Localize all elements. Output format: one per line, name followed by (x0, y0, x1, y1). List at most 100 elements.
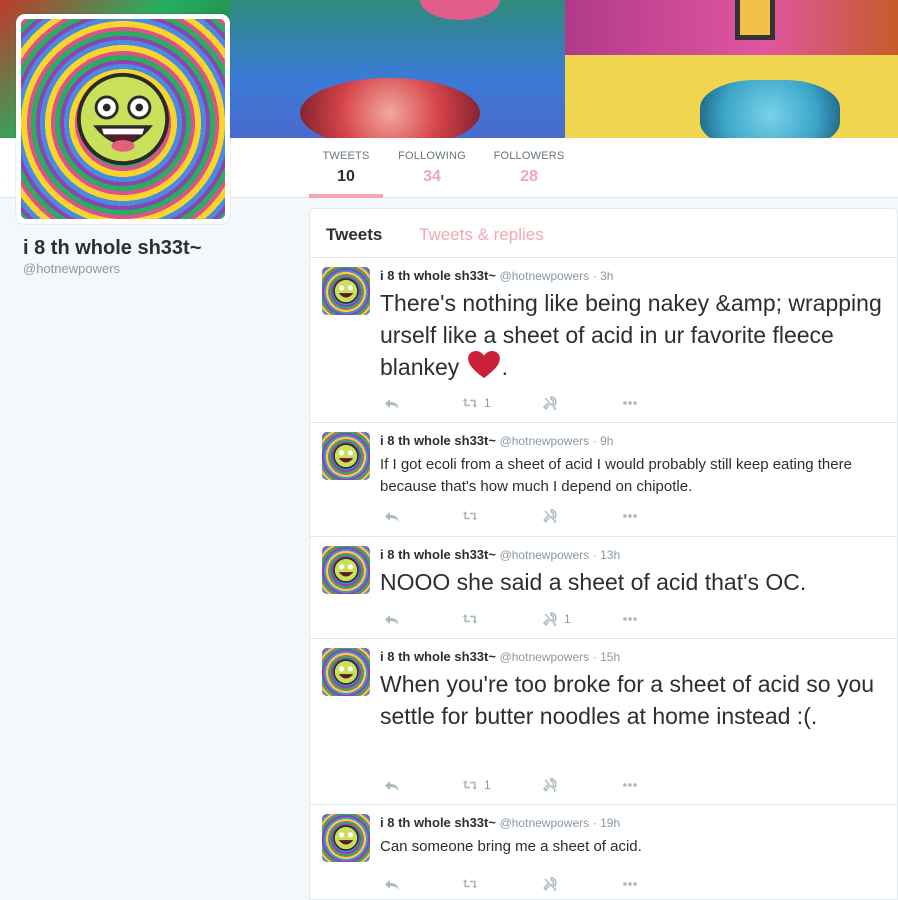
tweet-text: Can someone bring me a sheet of acid. (380, 838, 642, 855)
tweet-text: If I got ecoli from a sheet of acid I wo… (380, 456, 852, 495)
tweet-author-name[interactable]: i 8 th whole sh33t~ (380, 815, 496, 830)
tab-tweets-and-replies[interactable]: Tweets & replies (419, 225, 544, 245)
favorite-button[interactable]: 1 (542, 611, 571, 627)
tweet-text: When you're too broke for a sheet of aci… (380, 671, 875, 729)
hammer-sickle-icon (543, 509, 557, 524)
retweet-button[interactable] (462, 611, 484, 627)
tweet-author-name[interactable]: i 8 th whole sh33t~ (380, 433, 496, 448)
retweet-count: 1 (484, 396, 491, 410)
retweet-icon (462, 398, 478, 408)
more-dots-icon (623, 882, 637, 886)
tweet-avatar[interactable] (322, 432, 370, 480)
tweet-item[interactable]: i 8 th whole sh33t~ @hotnewpowers · 3h T… (310, 259, 897, 423)
tweet-author-handle[interactable]: @hotnewpowers (500, 548, 590, 562)
hammer-sickle-icon (543, 877, 557, 892)
hammer-sickle-icon (543, 778, 557, 793)
timeline: Tweets Tweets & replies i 8 th whole sh3… (309, 208, 898, 900)
more-dots-icon (623, 401, 637, 405)
more-button[interactable] (622, 611, 638, 627)
retweet-button[interactable]: 1 (462, 395, 491, 411)
reply-button[interactable] (384, 611, 400, 627)
tweet-author-name[interactable]: i 8 th whole sh33t~ (380, 649, 496, 664)
stat-tweets-count: 10 (337, 168, 355, 185)
timeline-tabs: Tweets Tweets & replies (310, 209, 897, 258)
profile-handle[interactable]: @hotnewpowers (23, 261, 120, 276)
stat-tweets[interactable]: TWEETS 10 (309, 150, 383, 198)
tweet-timestamp[interactable]: · 15h (593, 650, 620, 664)
retweet-button[interactable] (462, 508, 484, 524)
tweet-avatar[interactable] (322, 267, 370, 315)
tweet-item[interactable]: i 8 th whole sh33t~ @hotnewpowers · 13h … (310, 538, 897, 639)
more-button[interactable] (622, 777, 638, 793)
more-dots-icon (623, 783, 637, 787)
tweet-author-name[interactable]: i 8 th whole sh33t~ (380, 547, 496, 562)
tweet-actions (380, 508, 640, 524)
tab-tweets[interactable]: Tweets (326, 225, 382, 245)
tweet-author-handle[interactable]: @hotnewpowers (500, 434, 590, 448)
retweet-icon (462, 780, 478, 790)
favorite-button[interactable] (542, 777, 564, 793)
retweet-button[interactable] (462, 876, 484, 892)
tweet-header: i 8 th whole sh33t~ @hotnewpowers · 9h (380, 433, 613, 448)
tweet-avatar[interactable] (322, 648, 370, 696)
stat-followers-count: 28 (520, 168, 538, 185)
tweet-text-suffix: . (501, 354, 509, 380)
tweet-header: i 8 th whole sh33t~ @hotnewpowers · 19h (380, 815, 620, 830)
more-button[interactable] (622, 876, 638, 892)
reply-icon (385, 880, 399, 890)
reply-icon (385, 399, 399, 409)
stat-following-count: 34 (423, 168, 441, 185)
tweet-avatar[interactable] (322, 546, 370, 594)
more-button[interactable] (622, 395, 638, 411)
stat-following[interactable]: FOLLOWING 34 (392, 150, 472, 186)
reply-button[interactable] (384, 777, 400, 793)
red-heart-icon (467, 351, 500, 379)
tweet-timestamp[interactable]: · 3h (593, 269, 614, 283)
more-button[interactable] (622, 508, 638, 524)
tweet-author-handle[interactable]: @hotnewpowers (500, 816, 590, 830)
stat-tweets-label: TWEETS (322, 150, 370, 162)
tweet-text: NOOO she said a sheet of acid that's OC. (380, 569, 807, 595)
retweet-count: 1 (484, 778, 491, 792)
tweet-item[interactable]: i 8 th whole sh33t~ @hotnewpowers · 9h I… (310, 424, 897, 537)
stat-followers[interactable]: FOLLOWERS 28 (486, 150, 572, 186)
reply-icon (385, 615, 399, 625)
retweet-icon (462, 511, 478, 521)
tweet-header: i 8 th whole sh33t~ @hotnewpowers · 13h (380, 547, 620, 562)
tweet-timestamp[interactable]: · 13h (593, 548, 620, 562)
reply-button[interactable] (384, 395, 400, 411)
favorite-count: 1 (564, 612, 571, 626)
tweet-author-handle[interactable]: @hotnewpowers (500, 269, 590, 283)
tweet-item[interactable]: i 8 th whole sh33t~ @hotnewpowers · 15h … (310, 640, 897, 805)
tweet-text: There's nothing like being nakey &amp; w… (380, 287, 885, 383)
tweet-avatar[interactable] (322, 814, 370, 862)
reply-icon (385, 781, 399, 791)
stat-followers-label: FOLLOWERS (493, 150, 565, 162)
retweet-icon (462, 614, 478, 624)
tweet-author-handle[interactable]: @hotnewpowers (500, 650, 590, 664)
reply-button[interactable] (384, 876, 400, 892)
tweet-timestamp[interactable]: · 19h (593, 816, 620, 830)
tweet-author-name[interactable]: i 8 th whole sh33t~ (380, 268, 496, 283)
smiley-face-icon (76, 72, 170, 166)
retweet-icon (462, 879, 478, 889)
stat-following-label: FOLLOWING (398, 150, 466, 162)
favorite-button[interactable] (542, 508, 564, 524)
tweet-actions: 1 (380, 395, 640, 411)
retweet-button[interactable]: 1 (462, 777, 491, 793)
reply-icon (385, 512, 399, 522)
favorite-button[interactable] (542, 395, 564, 411)
favorite-button[interactable] (542, 876, 564, 892)
tweet-header: i 8 th whole sh33t~ @hotnewpowers · 3h (380, 268, 613, 283)
tweet-actions: 1 (380, 611, 640, 627)
profile-avatar[interactable] (16, 14, 230, 224)
reply-button[interactable] (384, 508, 400, 524)
tweet-actions (380, 876, 640, 892)
hammer-sickle-icon (543, 396, 557, 411)
more-dots-icon (623, 617, 637, 621)
tweet-item[interactable]: i 8 th whole sh33t~ @hotnewpowers · 19h … (310, 806, 897, 900)
tweet-text-body: There's nothing like being nakey &amp; w… (380, 290, 882, 380)
tweet-timestamp[interactable]: · 9h (593, 434, 614, 448)
hammer-sickle-icon (543, 612, 557, 627)
profile-name[interactable]: i 8 th whole sh33t~ (23, 237, 201, 260)
